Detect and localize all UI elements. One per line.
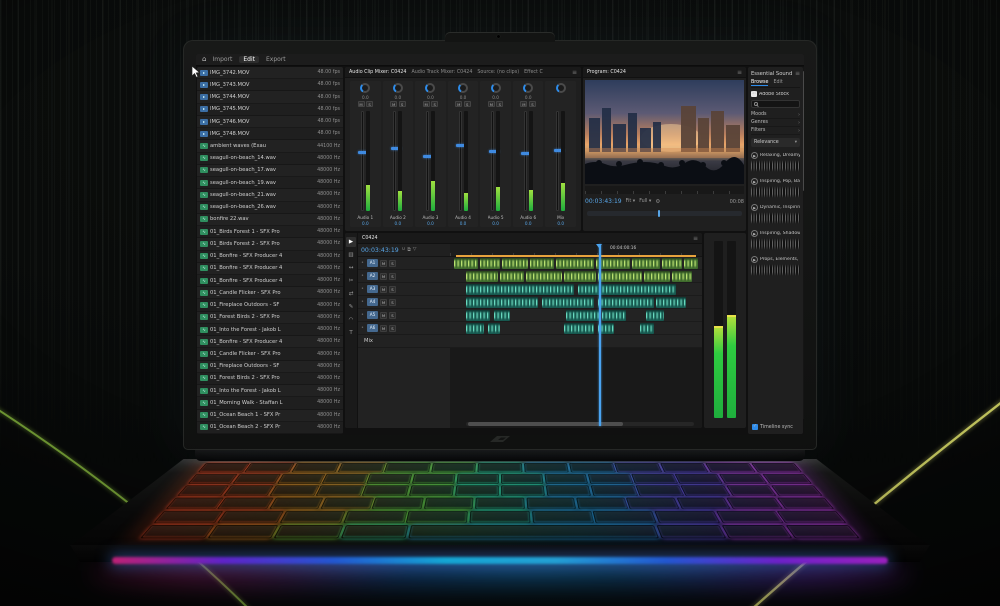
- mouse-cursor: [191, 64, 201, 83]
- scene: ⌂ ImportEditExport ▸IMG_3742.MOV48.00 fp…: [0, 0, 1000, 606]
- work-area-bar: [456, 255, 696, 257]
- timeline-playhead[interactable]: [599, 244, 601, 426]
- vignette: [0, 0, 1000, 606]
